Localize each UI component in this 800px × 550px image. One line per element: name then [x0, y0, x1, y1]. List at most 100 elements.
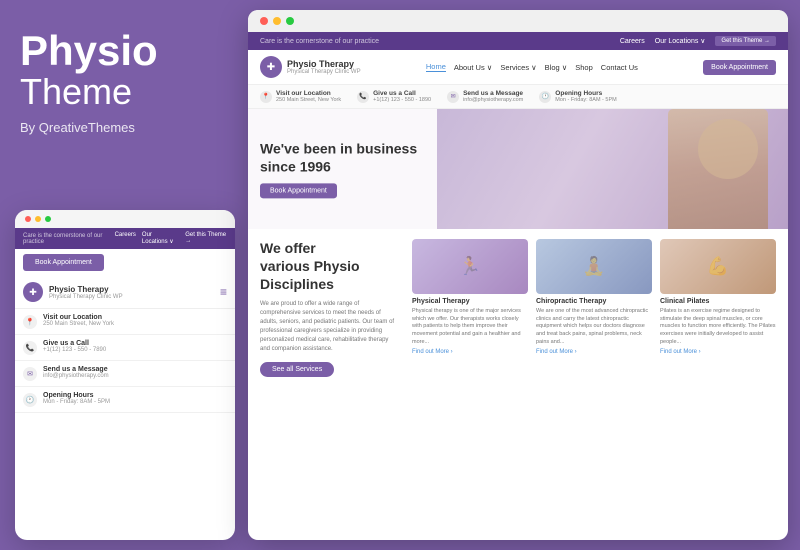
desktop-book-button[interactable]: Book Appointment: [703, 60, 776, 75]
desktop-call-value: +1(12) 123 - 550 - 1890: [373, 97, 431, 103]
menu-contact[interactable]: Contact Us: [601, 63, 638, 72]
desktop-message-value: info@physiotherapy.com: [463, 97, 523, 103]
desktop-info-message: ✉ Send us a Message info@physiotherapy.c…: [447, 90, 523, 103]
brand-subtitle: By QreativeThemes: [20, 120, 230, 135]
desktop-nav-locations[interactable]: Our Locations ∨: [655, 37, 706, 45]
chiropractic-title: Chiropractic Therapy: [536, 298, 652, 305]
mobile-mockup: Care is the cornerstone of our practice …: [15, 210, 235, 540]
brand-title: Physio Theme: [20, 30, 230, 112]
mobile-nav-careers[interactable]: Careers: [115, 232, 136, 245]
offer-description: We are proud to offer a wide range of co…: [260, 300, 400, 354]
offer-heading: We offer various Physio Disciplines: [260, 239, 400, 294]
mobile-brand: ✚ Physio Therapy Physical Therapy Clinic…: [15, 276, 235, 309]
desktop-info-call: 📞 Give us a Call +1(12) 123 - 550 - 1890: [357, 90, 431, 103]
offer-section: We offer various Physio Disciplines We a…: [260, 239, 400, 377]
chiropractic-desc: We are one of the most advanced chiropra…: [536, 308, 652, 346]
desktop-location-label: Visit our Location: [276, 90, 341, 97]
mobile-dot-yellow: [35, 216, 41, 222]
mobile-brand-sub: Physical Therapy Clinic WP: [49, 294, 123, 300]
mobile-message-value: info@physiotherapy.com: [43, 373, 109, 379]
location-icon: 📍: [23, 315, 37, 329]
mobile-nav-bar: Care is the cornerstone of our practice …: [15, 228, 235, 249]
desktop-location-icon: 📍: [260, 91, 272, 103]
physical-therapy-image: 🏃: [412, 239, 528, 294]
desktop-brand: ✚ Physio Therapy Physical Therapy Clinic…: [260, 56, 361, 78]
menu-home[interactable]: Home: [426, 62, 446, 72]
phone-icon: 📞: [23, 341, 37, 355]
clock-icon: 🕐: [23, 393, 37, 407]
desktop-info-hours: 🕐 Opening Hours Mon - Friday: 8AM - 5PM: [539, 90, 616, 103]
email-icon: ✉: [23, 367, 37, 381]
mobile-book-button[interactable]: Book Appointment: [23, 254, 104, 271]
mobile-hours-label: Opening Hours: [43, 392, 110, 399]
desktop-info-bar: 📍 Visit our Location 250 Main Street, Ne…: [248, 85, 788, 109]
mobile-hours-value: Mon - Friday: 8AM - 5PM: [43, 399, 110, 405]
hero-book-button[interactable]: Book Appointment: [260, 184, 337, 199]
desktop-email-icon: ✉: [447, 91, 459, 103]
desktop-phone-icon: 📞: [357, 91, 369, 103]
mobile-location-value: 250 Main Street, New York: [43, 321, 114, 327]
desktop-brand-text: Physio Therapy Physical Therapy Clinic W…: [287, 59, 361, 75]
desktop-nav-menu: Home About Us ∨ Services ∨ Blog ∨ Shop C…: [426, 62, 638, 72]
mobile-info-call: 📞 Give us a Call +1(12) 123 - 550 - 7890: [15, 335, 235, 361]
desktop-hours-value: Mon - Friday: 8AM - 5PM: [555, 97, 616, 103]
desktop-top-nav: Care is the cornerstone of our practice …: [248, 32, 788, 50]
desktop-nav-careers[interactable]: Careers: [620, 38, 645, 45]
mobile-call-label: Give us a Call: [43, 340, 106, 347]
menu-blog[interactable]: Blog ∨: [545, 63, 568, 72]
mobile-info-hours: 🕐 Opening Hours Mon - Friday: 8AM - 5PM: [15, 387, 235, 413]
desktop-content-section: We offer various Physio Disciplines We a…: [248, 229, 788, 387]
chiropractic-image: 🧘: [536, 239, 652, 294]
menu-services[interactable]: Services ∨: [500, 63, 536, 72]
brand-physio: Physio: [20, 30, 230, 72]
mobile-info-location: 📍 Visit our Location 250 Main Street, Ne…: [15, 309, 235, 335]
mobile-nav-theme[interactable]: Get this Theme →: [185, 232, 227, 245]
desktop-get-theme-btn[interactable]: Get this Theme →: [715, 36, 776, 46]
mobile-nav-locations[interactable]: Our Locations ∨: [142, 232, 179, 245]
desktop-call-label: Give us a Call: [373, 90, 431, 97]
desktop-info-location: 📍 Visit our Location 250 Main Street, Ne…: [260, 90, 341, 103]
desktop-brand-sub: Physical Therapy Clinic WP: [287, 69, 361, 75]
chiropractic-link[interactable]: Find out More ›: [536, 349, 652, 355]
hero-text: We've been in business since 1996 Book A…: [260, 139, 417, 198]
mobile-dot-green: [45, 216, 51, 222]
mobile-brand-name: Physio Therapy: [49, 285, 123, 294]
desktop-nav-right: Careers Our Locations ∨ Get this Theme →: [620, 36, 776, 46]
physical-therapy-desc: Physical therapy is one of the major ser…: [412, 308, 528, 346]
desktop-hero: We've been in business since 1996 Book A…: [248, 109, 788, 229]
mobile-location-label: Visit our Location: [43, 314, 114, 321]
pilates-link[interactable]: Find out More ›: [660, 349, 776, 355]
desktop-tagline: Care is the cornerstone of our practice: [260, 38, 379, 45]
desktop-dot-red: [260, 17, 268, 25]
desktop-dot-yellow: [273, 17, 281, 25]
mobile-brand-text: Physio Therapy Physical Therapy Clinic W…: [49, 285, 123, 300]
pilates-title: Clinical Pilates: [660, 298, 776, 305]
mobile-call-value: +1(12) 123 - 550 - 7890: [43, 347, 106, 353]
menu-about[interactable]: About Us ∨: [454, 63, 492, 72]
see-all-button[interactable]: See all Services: [260, 362, 334, 377]
pilates-image: 💪: [660, 239, 776, 294]
card-chiropractic-therapy: 🧘 Chiropractic Therapy We are one of the…: [536, 239, 652, 377]
desktop-brand-name: Physio Therapy: [287, 59, 361, 69]
service-cards: 🏃 Physical Therapy Physical therapy is o…: [412, 239, 776, 377]
pilates-desc: Pilates is an exercise regime designed t…: [660, 308, 776, 346]
desktop-clock-icon: 🕐: [539, 91, 551, 103]
desktop-brand-icon: ✚: [260, 56, 282, 78]
physical-therapy-link[interactable]: Find out More ›: [412, 349, 528, 355]
card-physical-therapy: 🏃 Physical Therapy Physical therapy is o…: [412, 239, 528, 377]
mobile-dot-red: [25, 216, 31, 222]
desktop-dot-green: [286, 17, 294, 25]
desktop-location-value: 250 Main Street, New York: [276, 97, 341, 103]
desktop-message-label: Send us a Message: [463, 90, 523, 97]
mobile-tagline: Care is the cornerstone of our practice: [23, 233, 115, 245]
menu-shop[interactable]: Shop: [575, 63, 593, 72]
desktop-mockup: Care is the cornerstone of our practice …: [248, 10, 788, 540]
hero-background: [437, 109, 788, 229]
mobile-window-controls: [15, 210, 235, 228]
mobile-hamburger-icon[interactable]: ≡: [220, 285, 227, 299]
desktop-hours-label: Opening Hours: [555, 90, 616, 97]
brand-theme: Theme: [20, 72, 230, 112]
mobile-message-label: Send us a Message: [43, 366, 109, 373]
mobile-nav-links: Careers Our Locations ∨ Get this Theme →: [115, 232, 227, 245]
hero-headline: We've been in business since 1996: [260, 139, 417, 175]
